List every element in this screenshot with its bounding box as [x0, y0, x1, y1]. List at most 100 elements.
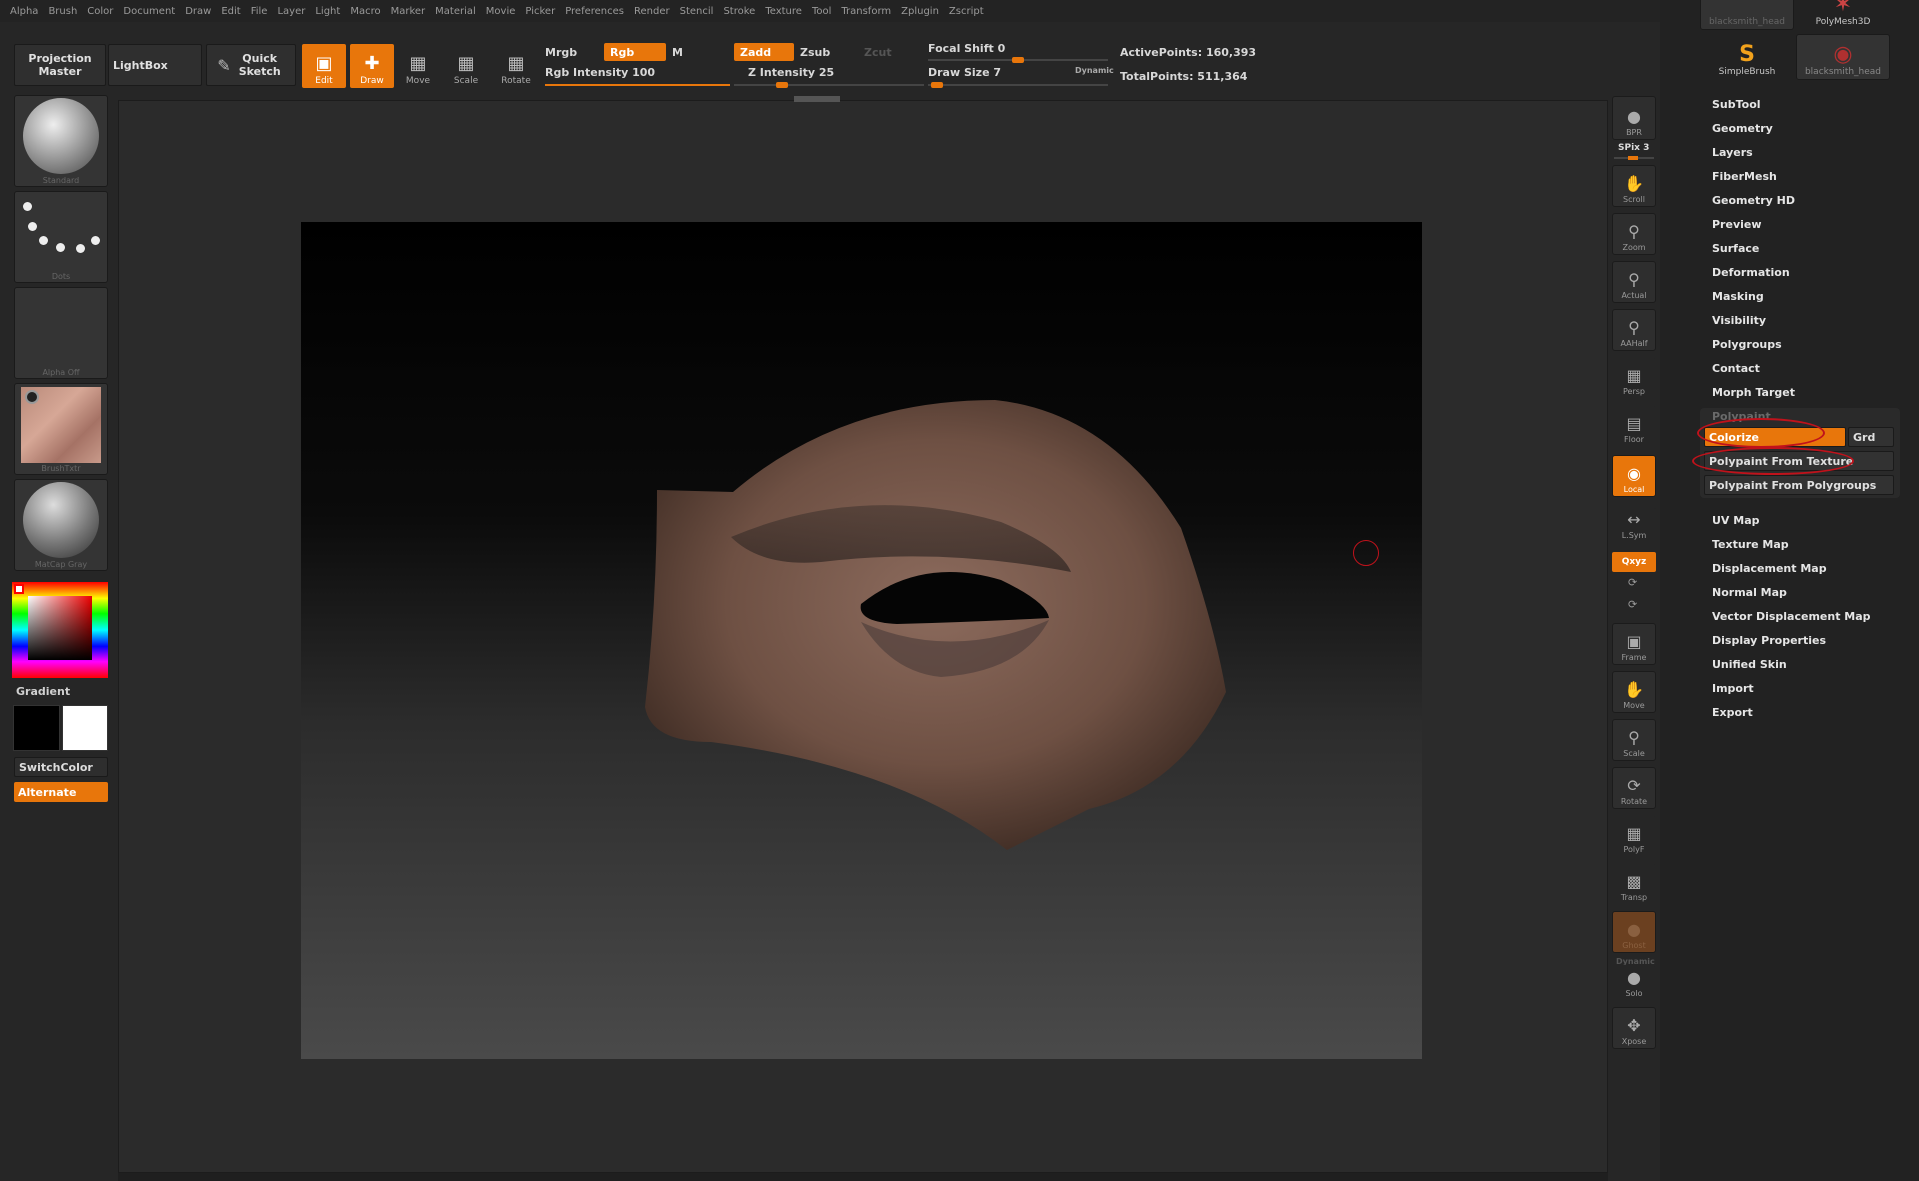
menu-stencil[interactable]: Stencil: [680, 6, 714, 17]
tool-item-visibility[interactable]: Visibility: [1712, 314, 1766, 327]
lightbox-button[interactable]: LightBox: [108, 44, 202, 86]
switch-color-button[interactable]: SwitchColor: [14, 757, 108, 777]
menu-alpha[interactable]: Alpha: [10, 6, 38, 17]
tool-item-fibermesh[interactable]: FiberMesh: [1712, 170, 1777, 183]
tool-thumb-simplebrush[interactable]: S SimpleBrush: [1700, 34, 1794, 80]
tool-item-surface[interactable]: Surface: [1712, 242, 1759, 255]
tool-item-texture-map[interactable]: Texture Map: [1712, 538, 1789, 551]
grd-toggle[interactable]: Grd: [1848, 427, 1894, 447]
tool-item-export[interactable]: Export: [1712, 706, 1753, 719]
scroll-button[interactable]: ✋ Scroll: [1612, 165, 1656, 207]
tool-item-masking[interactable]: Masking: [1712, 290, 1764, 303]
tool-item-preview[interactable]: Preview: [1712, 218, 1762, 231]
tool-item-vector-displacement-map[interactable]: Vector Displacement Map: [1712, 610, 1871, 623]
tool-thumb-blacksmith-head-2[interactable]: ◉ blacksmith_head: [1796, 34, 1890, 80]
ghost-button[interactable]: ● Ghost: [1612, 911, 1656, 953]
scale-button[interactable]: ▦ Scale: [444, 44, 488, 88]
quick-sketch-button[interactable]: ✎ Quick Sketch: [206, 44, 296, 86]
tool-item-deformation[interactable]: Deformation: [1712, 266, 1790, 279]
aahalf-button[interactable]: ⚲ AAHalf: [1612, 309, 1656, 351]
draw-button[interactable]: ✚ Draw: [350, 44, 394, 88]
tool-item-morph-target[interactable]: Morph Target: [1712, 386, 1795, 399]
move-view-button[interactable]: ✋ Move: [1612, 671, 1656, 713]
z-intensity-knob[interactable]: [775, 82, 788, 88]
tool-item-subtool[interactable]: SubTool: [1712, 98, 1761, 111]
scale-view-button[interactable]: ⚲ Scale: [1612, 719, 1656, 761]
lsym-button[interactable]: ↔ L.Sym: [1612, 507, 1656, 543]
tool-item-polygroups[interactable]: Polygroups: [1712, 338, 1782, 351]
focal-shift-knob[interactable]: [1012, 57, 1024, 63]
local-button[interactable]: ◉ Local: [1612, 455, 1656, 497]
projection-master-button[interactable]: Projection Master: [14, 44, 106, 86]
texture-thumbnail[interactable]: BrushTxtr: [14, 383, 108, 475]
edit-button[interactable]: ▣ Edit: [302, 44, 346, 88]
menu-preferences[interactable]: Preferences: [565, 6, 624, 17]
alternate-button[interactable]: Alternate: [14, 782, 108, 802]
frame-button[interactable]: ▣ Frame: [1612, 623, 1656, 665]
menu-render[interactable]: Render: [634, 6, 670, 17]
tool-item-geometry-hd[interactable]: Geometry HD: [1712, 194, 1795, 207]
tool-item-unified-skin[interactable]: Unified Skin: [1712, 658, 1787, 671]
menu-texture[interactable]: Texture: [765, 6, 802, 17]
tool-item-uv-map[interactable]: UV Map: [1712, 514, 1760, 527]
tool-item-normal-map[interactable]: Normal Map: [1712, 586, 1787, 599]
rgb-toggle[interactable]: Rgb: [604, 43, 666, 61]
color-picker[interactable]: [12, 582, 108, 678]
polypaint-header[interactable]: Polypaint: [1712, 410, 1771, 423]
menu-brush[interactable]: Brush: [48, 6, 77, 17]
floor-button[interactable]: ▤ Floor: [1612, 405, 1656, 447]
primary-color-swatch[interactable]: [13, 705, 60, 751]
polyf-button[interactable]: ▦ PolyF: [1612, 815, 1656, 857]
menu-edit[interactable]: Edit: [221, 6, 240, 17]
mrgb-toggle[interactable]: Mrgb: [545, 46, 577, 59]
menu-document[interactable]: Document: [123, 6, 175, 17]
spix-label[interactable]: SPix 3: [1618, 143, 1649, 153]
menu-movie[interactable]: Movie: [486, 6, 516, 17]
polypaint-from-texture-button[interactable]: Polypaint From Texture: [1704, 451, 1894, 471]
colorize-toggle[interactable]: Colorize: [1704, 427, 1846, 447]
color-picker-square[interactable]: [28, 596, 92, 660]
menu-material[interactable]: Material: [435, 6, 476, 17]
zoom-button[interactable]: ⚲ Zoom: [1612, 213, 1656, 255]
menu-tool[interactable]: Tool: [812, 6, 831, 17]
brush-thumbnail[interactable]: Standard: [14, 95, 108, 187]
xyz-button[interactable]: Qxyz: [1612, 552, 1656, 572]
secondary-color-swatch[interactable]: [62, 705, 108, 751]
solo-button[interactable]: ● Solo: [1612, 965, 1656, 1001]
stroke-thumbnail[interactable]: Dots: [14, 191, 108, 283]
menu-layer[interactable]: Layer: [277, 6, 305, 17]
polypaint-from-polygroups-button[interactable]: Polypaint From Polygroups: [1704, 475, 1894, 495]
alpha-thumbnail[interactable]: Alpha Off: [14, 287, 108, 379]
tool-item-displacement-map[interactable]: Displacement Map: [1712, 562, 1827, 575]
rotate-view-button[interactable]: ⟳ Rotate: [1612, 767, 1656, 809]
menu-zplugin[interactable]: Zplugin: [901, 6, 939, 17]
rotate-z-icon[interactable]: ⟳: [1628, 598, 1637, 611]
transp-button[interactable]: ▩ Transp: [1612, 863, 1656, 905]
zcut-toggle[interactable]: Zcut: [864, 46, 892, 59]
tool-item-layers[interactable]: Layers: [1712, 146, 1753, 159]
tool-thumb-polymesh3d[interactable]: ✶ PolyMesh3D: [1796, 0, 1890, 30]
draw-size-knob[interactable]: [931, 82, 943, 88]
menu-color[interactable]: Color: [87, 6, 113, 17]
persp-button[interactable]: ▦ Persp: [1612, 357, 1656, 399]
dynamic-toggle[interactable]: Dynamic: [1075, 66, 1114, 75]
tool-item-geometry[interactable]: Geometry: [1712, 122, 1773, 135]
xpose-button[interactable]: ✥ Xpose: [1612, 1007, 1656, 1049]
menu-zscript[interactable]: Zscript: [949, 6, 984, 17]
menu-marker[interactable]: Marker: [391, 6, 426, 17]
tool-item-import[interactable]: Import: [1712, 682, 1754, 695]
zsub-toggle[interactable]: Zsub: [800, 46, 830, 59]
menu-file[interactable]: File: [251, 6, 268, 17]
zadd-toggle[interactable]: Zadd: [734, 43, 794, 61]
focal-shift-slider[interactable]: [928, 57, 1108, 63]
z-intensity-slider[interactable]: [734, 82, 924, 88]
menu-stroke[interactable]: Stroke: [723, 6, 755, 17]
menu-picker[interactable]: Picker: [525, 6, 555, 17]
tool-item-display-properties[interactable]: Display Properties: [1712, 634, 1826, 647]
tool-thumb-blacksmith-head-1[interactable]: blacksmith_head: [1700, 0, 1794, 30]
tool-item-contact[interactable]: Contact: [1712, 362, 1760, 375]
rgb-intensity-slider[interactable]: [545, 84, 730, 86]
menu-macro[interactable]: Macro: [350, 6, 380, 17]
viewport[interactable]: [301, 222, 1422, 1059]
menu-transform[interactable]: Transform: [841, 6, 891, 17]
